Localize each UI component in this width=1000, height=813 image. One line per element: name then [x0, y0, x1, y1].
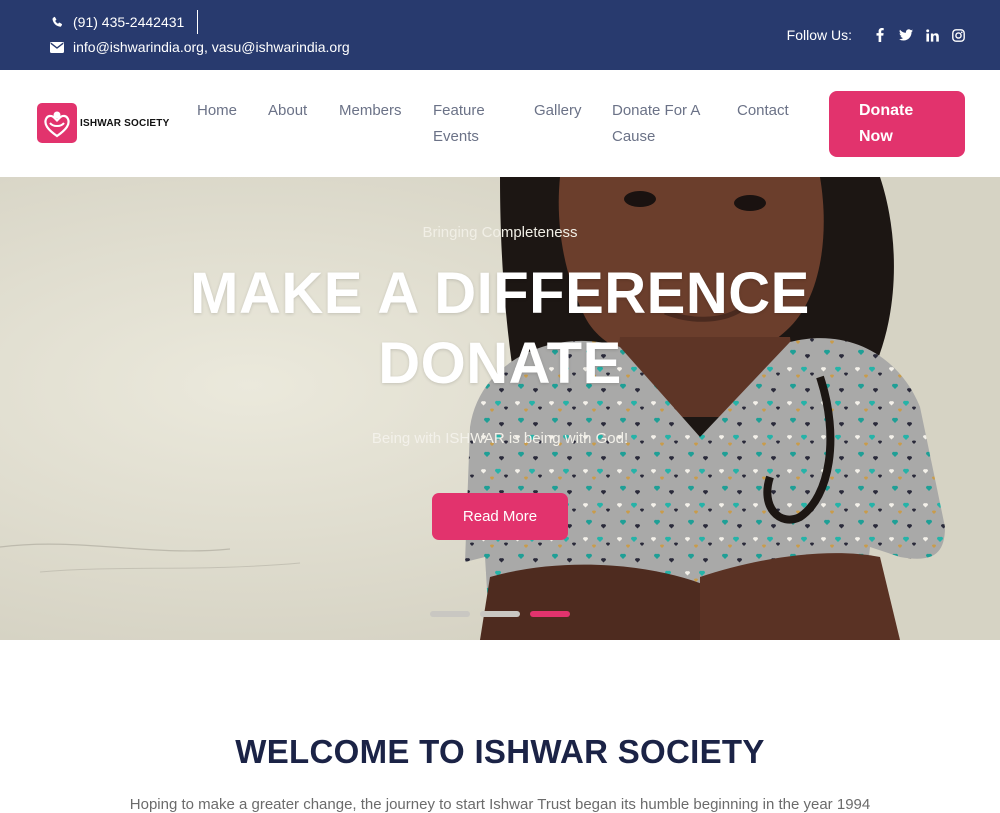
phone-icon: [50, 16, 64, 29]
facebook-icon[interactable]: [872, 26, 888, 44]
slide-dot-2[interactable]: [480, 611, 520, 617]
twitter-icon[interactable]: [898, 26, 914, 44]
hero-tagline: Bringing Completeness: [422, 224, 578, 241]
linkedin-icon[interactable]: [924, 26, 940, 44]
instagram-icon[interactable]: [950, 26, 966, 44]
hero-title-line2: DONATE: [378, 331, 622, 396]
hero-content: Bringing Completeness MAKE A DIFFERENCE …: [0, 177, 1000, 640]
hero-title-line1: MAKE A DIFFERENCE: [190, 261, 810, 326]
email-contact[interactable]: info@ishwarindia.org, vasu@ishwarindia.o…: [50, 39, 350, 55]
nav-members[interactable]: Members: [339, 98, 402, 124]
slide-dot-1[interactable]: [430, 611, 470, 617]
follow-us-label: Follow Us:: [786, 27, 852, 43]
nav-about[interactable]: About: [268, 98, 307, 124]
donate-now-label: Donate Now: [859, 102, 914, 145]
nav-feature-events[interactable]: Feature Events: [433, 98, 503, 150]
email-addresses: info@ishwarindia.org, vasu@ishwarindia.o…: [73, 39, 350, 55]
welcome-heading: WELCOME TO ISHWAR SOCIETY: [235, 733, 765, 770]
donate-now-button[interactable]: Donate Now: [829, 91, 965, 157]
welcome-text: Hoping to make a greater change, the jou…: [129, 796, 871, 813]
nav-home[interactable]: Home: [197, 98, 237, 124]
nav-contact[interactable]: Contact: [737, 98, 789, 124]
divider: [197, 10, 198, 34]
logo-text: ISHWAR SOCIETY: [80, 117, 170, 129]
main-nav: ISHWAR SOCIETY Home About Members Featur…: [0, 70, 1000, 177]
top-bar: (91) 435-2442431 info@ishwarindia.org, v…: [0, 0, 1000, 70]
social-links: Follow Us:: [787, 26, 966, 44]
slider-pagination: [430, 611, 580, 617]
hero-slider: Bringing Completeness MAKE A DIFFERENCE …: [0, 177, 1000, 640]
phone-contact[interactable]: (91) 435-2442431: [50, 14, 184, 30]
nav-donate-for-a-cause[interactable]: Donate For A Cause: [612, 98, 712, 150]
nav-gallery[interactable]: Gallery: [534, 98, 582, 124]
read-more-button[interactable]: Read More: [432, 493, 568, 540]
slide-dot-3[interactable]: [530, 611, 570, 617]
phone-number: (91) 435-2442431: [73, 14, 185, 30]
envelope-icon: [50, 41, 64, 53]
hero-subtitle: Being with ISHWAR is being with God!: [371, 430, 629, 447]
hero-title: MAKE A DIFFERENCE DONATE: [0, 259, 1000, 399]
logo-heart-icon: [37, 103, 77, 143]
site-logo[interactable]: ISHWAR SOCIETY: [37, 103, 169, 143]
